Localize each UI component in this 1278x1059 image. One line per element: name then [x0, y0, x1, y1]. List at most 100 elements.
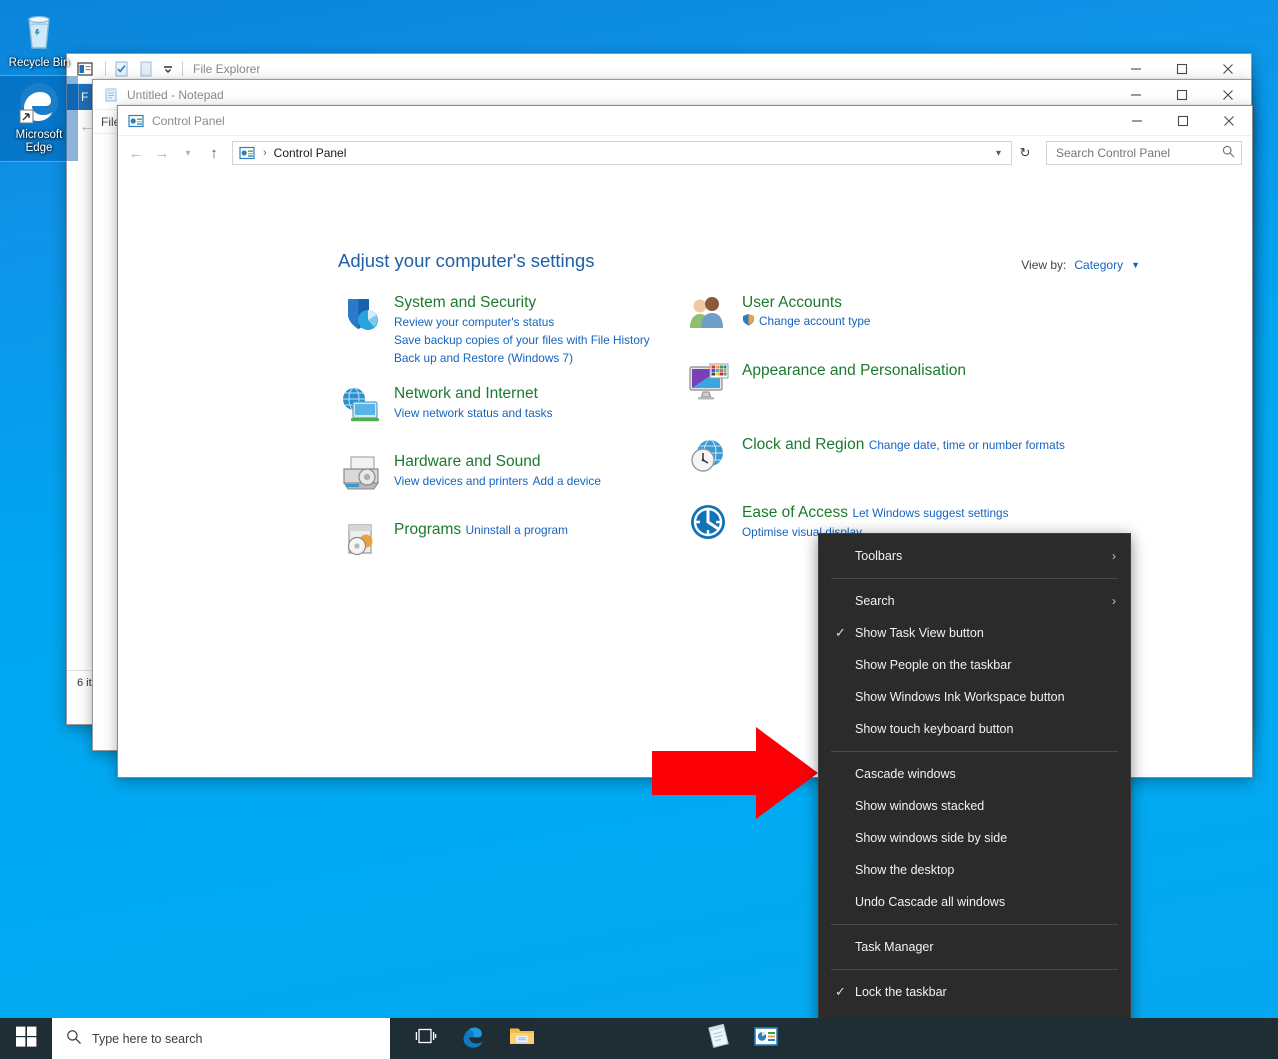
category-clock-and-region[interactable]: Clock and Region Change date, time or nu…	[686, 434, 1066, 486]
category-link-label: Change account type	[759, 314, 871, 330]
category-hardware-and-sound[interactable]: Hardware and Sound View devices and prin…	[338, 451, 668, 503]
clock-region-icon	[686, 434, 742, 486]
minimize-button[interactable]	[1114, 106, 1160, 136]
control-panel-address-row[interactable]: ← → ▾ ↑ › Control Panel ▾ ↻ Search Contr…	[118, 136, 1252, 170]
edge-icon	[461, 1023, 487, 1054]
category-appearance-and-personalisation[interactable]: Appearance and Personalisation	[686, 360, 1066, 412]
category-link[interactable]: Change account type	[742, 313, 871, 331]
close-button[interactable]	[1206, 106, 1252, 136]
category-programs[interactable]: Programs Uninstall a program	[338, 519, 668, 571]
taskbar[interactable]: Type here to search	[0, 1018, 1278, 1059]
menu-item-label: Toolbars	[855, 549, 1130, 563]
menu-item-undo-cascade-all-windows[interactable]: Undo Cascade all windows	[819, 886, 1130, 918]
category-link[interactable]: Review your computer's status	[394, 315, 554, 329]
menu-item-show-windows-side-by-side[interactable]: Show windows side by side	[819, 822, 1130, 854]
control-panel-titlebar[interactable]: Control Panel	[118, 106, 1252, 136]
task-view-button[interactable]	[402, 1018, 450, 1059]
address-bar[interactable]: › Control Panel ▾	[232, 141, 1012, 165]
category-title[interactable]: Hardware and Sound	[394, 453, 541, 470]
view-by-value[interactable]: Category	[1074, 258, 1123, 272]
category-column-right: User Accounts Change account type	[686, 292, 1066, 570]
desktop-icon-microsoft-edge[interactable]: Microsoft Edge	[0, 76, 78, 161]
category-link[interactable]: View devices and printers	[394, 474, 528, 488]
category-title[interactable]: Programs	[394, 521, 461, 538]
menu-item-task-manager[interactable]: Task Manager	[819, 931, 1130, 963]
check-icon: ✓	[835, 625, 855, 641]
network-globe-icon	[338, 383, 394, 435]
refresh-icon[interactable]: ↻	[1014, 141, 1036, 165]
control-panel-button[interactable]	[742, 1018, 790, 1059]
breadcrumb-control-panel[interactable]: Control Panel	[274, 146, 990, 160]
menu-item-label: Undo Cascade all windows	[855, 895, 1130, 909]
address-dropdown-icon[interactable]: ▾	[990, 148, 1007, 159]
category-title[interactable]: System and Security	[394, 294, 536, 311]
menu-item-label: Task Manager	[855, 940, 1130, 954]
category-column-left: System and Security Review your computer…	[338, 292, 668, 587]
properties-icon[interactable]	[113, 60, 131, 78]
category-title[interactable]: Clock and Region	[742, 436, 864, 453]
start-button[interactable]	[0, 1018, 52, 1059]
control-panel-window-buttons[interactable]	[1114, 106, 1252, 136]
category-title[interactable]: Network and Internet	[394, 385, 538, 402]
file-explorer-icon	[77, 61, 93, 77]
category-link[interactable]: Save backup copies of your files with Fi…	[394, 333, 650, 347]
chevron-down-icon[interactable]	[160, 61, 176, 77]
category-link[interactable]: Add a device	[533, 474, 601, 488]
category-link[interactable]: View network status and tasks	[394, 406, 552, 420]
category-system-and-security[interactable]: System and Security Review your computer…	[338, 292, 668, 367]
new-folder-icon[interactable]	[137, 60, 155, 78]
menu-item-label: Show windows side by side	[855, 831, 1130, 845]
notepad-icon	[705, 1023, 731, 1054]
recycle-bin-icon	[2, 8, 76, 54]
category-title[interactable]: User Accounts	[742, 294, 842, 311]
category-link[interactable]: Uninstall a program	[466, 523, 568, 537]
chevron-down-icon[interactable]: ▼	[1131, 260, 1140, 270]
ease-of-access-icon	[686, 502, 742, 554]
edge-button[interactable]	[450, 1018, 498, 1059]
menu-item-show-task-view-button[interactable]: ✓ Show Task View button	[819, 617, 1130, 649]
category-link[interactable]: Change date, time or number formats	[869, 438, 1065, 452]
taskbar-context-menu[interactable]: Toolbars › Search › ✓ Show Task View but…	[818, 533, 1131, 1030]
uac-shield-icon	[742, 313, 755, 331]
desktop-icon-label: Recycle Bin	[2, 57, 76, 70]
menu-item-toolbars[interactable]: Toolbars ›	[819, 540, 1130, 572]
control-panel-icon	[239, 145, 255, 161]
check-icon: ✓	[835, 984, 855, 1000]
category-link[interactable]: Back up and Restore (Windows 7)	[394, 351, 573, 365]
category-title[interactable]: Appearance and Personalisation	[742, 362, 966, 379]
programs-disc-icon	[338, 519, 394, 571]
menu-item-search[interactable]: Search ›	[819, 585, 1130, 617]
search-control-panel-input[interactable]: Search Control Panel	[1046, 141, 1242, 165]
menu-item-lock-the-taskbar[interactable]: ✓ Lock the taskbar	[819, 976, 1130, 1008]
taskbar-search-placeholder: Type here to search	[92, 1032, 202, 1046]
category-link[interactable]: Let Windows suggest settings	[852, 506, 1008, 520]
menu-item-label: Show the desktop	[855, 863, 1130, 877]
desktop-icon-recycle-bin[interactable]: Recycle Bin	[0, 4, 78, 76]
category-network-and-internet[interactable]: Network and Internet View network status…	[338, 383, 668, 435]
notepad-button[interactable]	[694, 1018, 742, 1059]
view-by-control[interactable]: View by: Category ▼	[1021, 258, 1140, 272]
red-arrow-annotation	[652, 727, 818, 819]
up-icon[interactable]: ↑	[202, 141, 226, 165]
ribbon-tab-file[interactable]: F	[81, 90, 88, 104]
file-explorer-button[interactable]	[498, 1018, 546, 1059]
user-accounts-icon	[686, 292, 742, 344]
category-user-accounts[interactable]: User Accounts Change account type	[686, 292, 1066, 344]
menu-item-show-the-desktop[interactable]: Show the desktop	[819, 854, 1130, 886]
back-icon[interactable]: ←	[124, 141, 148, 165]
maximize-button[interactable]	[1160, 106, 1206, 136]
category-title[interactable]: Ease of Access	[742, 504, 848, 521]
menu-separator	[831, 969, 1118, 970]
appearance-monitor-icon	[686, 360, 742, 412]
page-title: Adjust your computer's settings	[338, 250, 594, 272]
menu-item-show-windows-ink-workspace-button[interactable]: Show Windows Ink Workspace button	[819, 681, 1130, 713]
taskbar-search-input[interactable]: Type here to search	[52, 1018, 390, 1059]
forward-icon[interactable]: →	[150, 141, 174, 165]
recent-locations-chevron-icon[interactable]: ▾	[176, 141, 200, 165]
menu-separator	[831, 578, 1118, 579]
menu-item-label: Lock the taskbar	[855, 985, 1130, 999]
menu-item-show-touch-keyboard-button[interactable]: Show touch keyboard button	[819, 713, 1130, 745]
menu-item-show-windows-stacked[interactable]: Show windows stacked	[819, 790, 1130, 822]
menu-item-show-people-on-the-taskbar[interactable]: Show People on the taskbar	[819, 649, 1130, 681]
menu-item-cascade-windows[interactable]: Cascade windows	[819, 758, 1130, 790]
